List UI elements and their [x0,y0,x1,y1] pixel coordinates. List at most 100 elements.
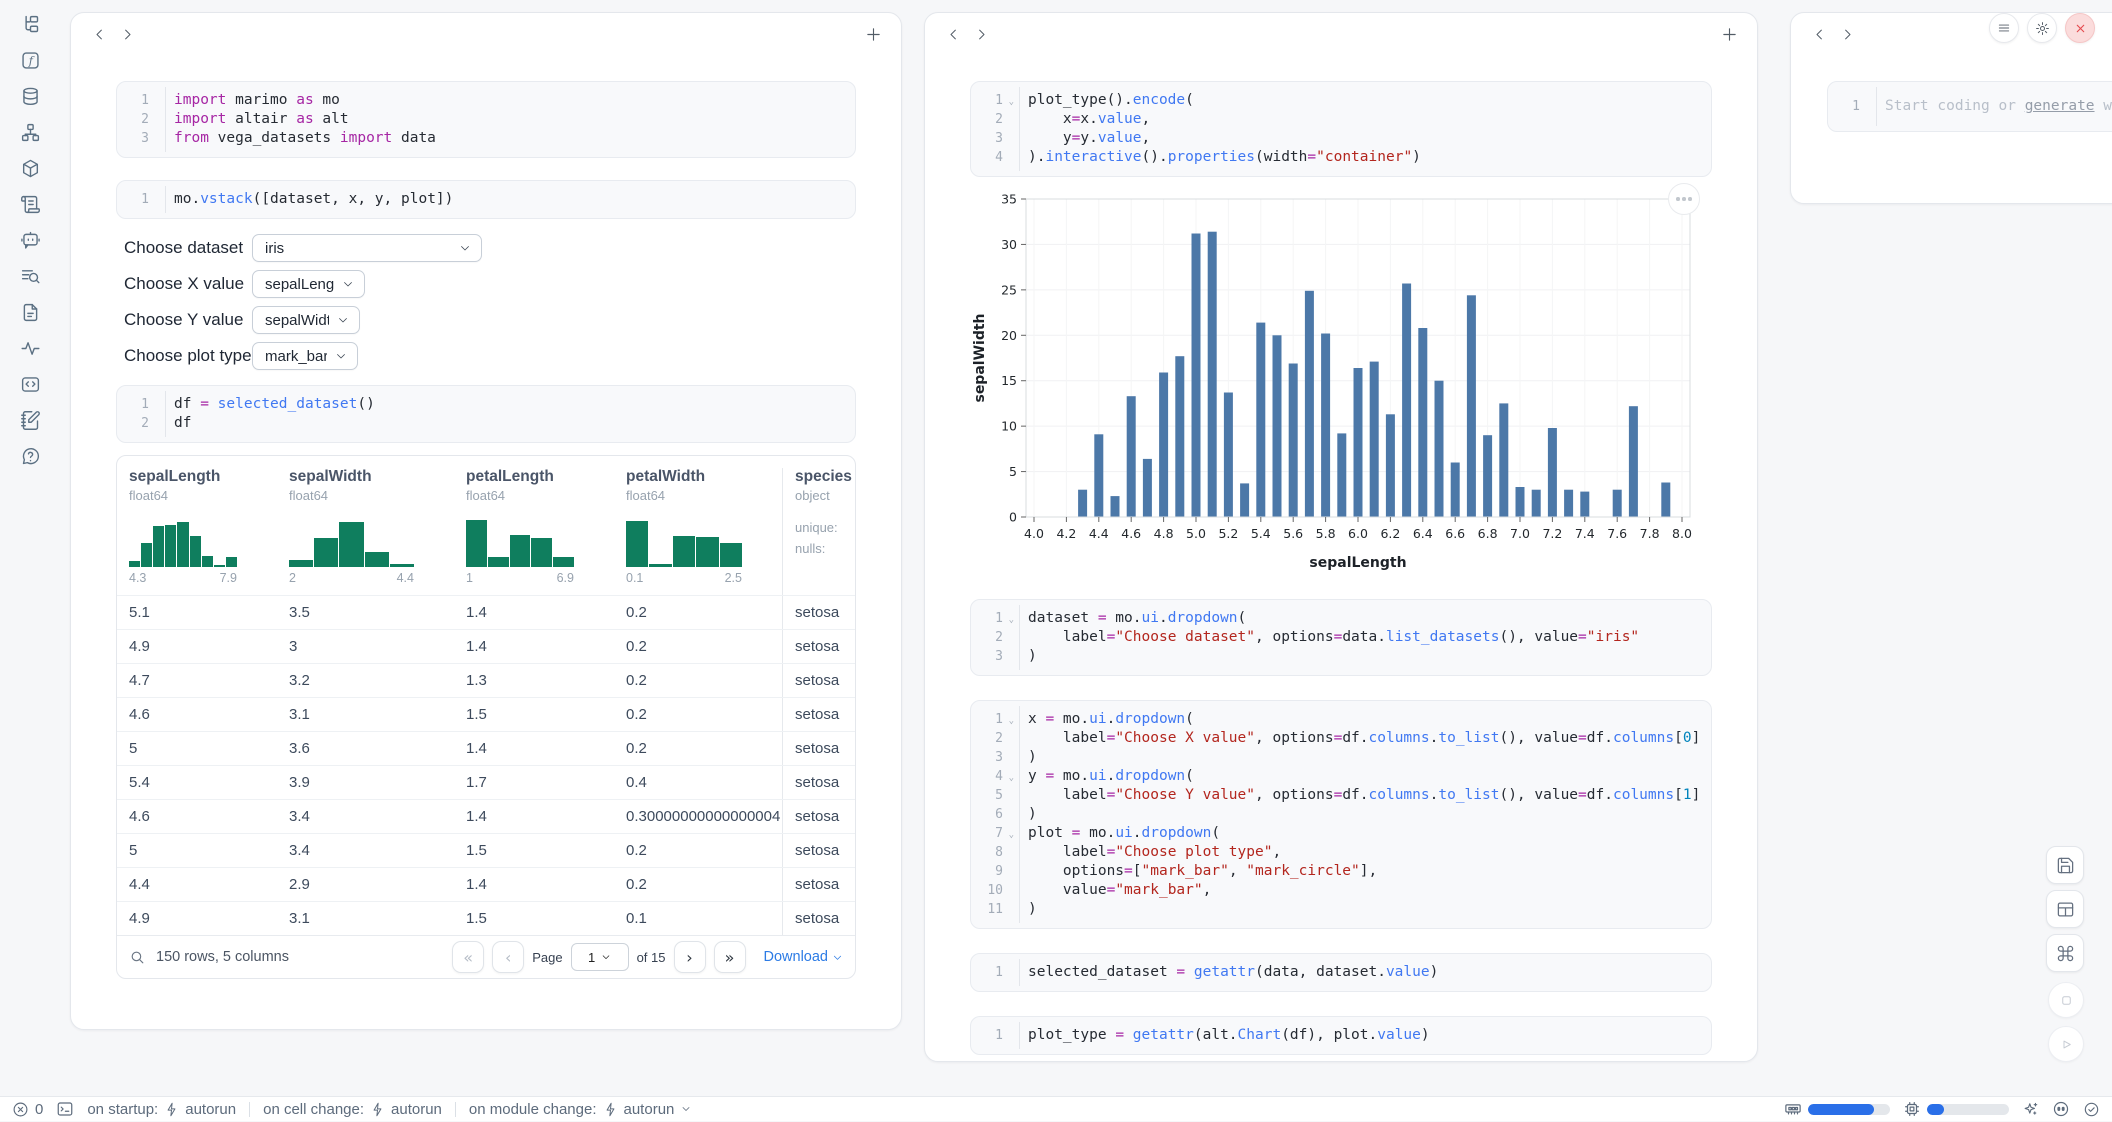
menu-icon [1997,21,2011,35]
connection-status-button[interactable] [2083,1101,2100,1118]
line-number: 1⌄ [971,710,1015,729]
download-button[interactable]: Download [764,949,844,965]
settings-button[interactable] [2027,13,2057,43]
svg-text:4.0: 4.0 [1024,526,1044,541]
fold-chevron-icon[interactable]: ⌄ [1009,616,1014,625]
svg-text:7.4: 7.4 [1575,526,1595,541]
choose-y-value-select[interactable]: sepalWidth [252,306,360,334]
code-editor[interactable]: 1import marimo as mo2import altair as al… [116,81,856,158]
save-icon [2056,856,2075,875]
column-header-petalWidth[interactable]: petalWidthfloat640.12.5 [614,468,782,595]
column-header-species[interactable]: speciesobjectunique:nulls: [782,468,855,595]
save-button[interactable] [2046,846,2084,884]
svg-text:4.2: 4.2 [1056,526,1076,541]
add-cell-button[interactable] [859,20,887,48]
activity-pulse-icon [20,338,41,359]
table-cell: setosa [782,732,855,765]
page-select[interactable]: 1 [571,943,629,971]
choose-plot-type-select[interactable]: mark_bar [252,342,358,370]
last-page-button[interactable]: » [714,941,746,973]
sidebar-item-datasources[interactable] [0,78,60,114]
status-bar: 0 on startup: autorun on cell change: au… [0,1096,2112,1121]
on-cell-change-setting[interactable]: on cell change: autorun [263,1101,442,1118]
fold-chevron-icon[interactable]: ⌄ [1009,774,1014,783]
layout-button[interactable] [2046,890,2084,928]
prev-page-button[interactable]: ‹ [492,941,524,973]
on-startup-setting[interactable]: on startup: autorun [87,1101,236,1118]
table-cell: 5.4 [117,774,277,791]
cell-options-button[interactable] [1668,183,1700,215]
cell-selected-dataset: 1selected_dataset = getattr(data, datase… [970,953,1712,992]
column-next-button[interactable] [113,20,141,48]
code-line: 8 label="Choose plot type", [971,843,1711,862]
fold-chevron-icon[interactable]: ⌄ [1009,717,1014,726]
choose-dataset-select[interactable]: iris [252,234,482,262]
sidebar-item-scratchpad[interactable] [0,402,60,438]
copilot-button[interactable] [2052,1100,2070,1118]
sidebar-item-tracing[interactable] [0,330,60,366]
keyboard-shortcuts-button[interactable] [2046,934,2084,972]
table-body: 5.13.51.40.2setosa4.931.40.2setosa4.73.2… [117,595,855,935]
sidebar-item-snippets[interactable] [0,366,60,402]
column-next-button[interactable] [967,20,995,48]
line-number: 1 [971,1026,1015,1045]
code-line: 3 y=y.value, [971,129,1711,148]
code-line: 4⌄y = mo.ui.dropdown( [971,767,1711,786]
first-page-button[interactable]: « [452,941,484,973]
table-cell: 5 [117,740,277,757]
sidebar-item-logs[interactable] [0,186,60,222]
svg-text:25: 25 [1001,282,1017,297]
table-cell: 0.2 [614,876,782,893]
sidebar-item-variables[interactable] [0,258,60,294]
ai-features-button[interactable] [2022,1101,2039,1118]
code-editor[interactable]: 1⌄plot_type().encode(2 x=x.value,3 y=y.v… [970,81,1712,177]
svg-text:6.0: 6.0 [1348,526,1368,541]
sidebar-item-packages[interactable] [0,150,60,186]
column-prev-button[interactable] [1805,20,1833,48]
code-editor[interactable]: 1plot_type = getattr(alt.Chart(df), plot… [970,1016,1712,1055]
code-editor[interactable]: 1selected_dataset = getattr(data, datase… [970,953,1712,992]
file-tree-icon [20,14,41,35]
add-cell-button[interactable] [1715,20,1743,48]
fold-chevron-icon[interactable]: ⌄ [1009,831,1014,840]
column-next-button[interactable] [1833,20,1861,48]
new-cell-editor[interactable]: 1Start coding or generate with [1827,81,2112,132]
sidebar-item-documentation[interactable] [0,294,60,330]
fold-chevron-icon[interactable]: ⌄ [1009,98,1014,107]
memory-meter [1808,1104,1890,1115]
terminal-button[interactable] [56,1100,74,1118]
column-prev-button[interactable] [85,20,113,48]
search-icon[interactable] [129,949,146,966]
code-line: 3from vega_datasets import data [117,129,855,148]
sidebar-item-ai-chat[interactable] [0,222,60,258]
choose-x-value-select[interactable]: sepalLength [252,270,365,298]
page-label: Page [532,950,562,965]
table-cell: setosa [782,630,855,663]
column-header-sepalWidth[interactable]: sepalWidthfloat6424.4 [277,468,454,595]
table-cell: setosa [782,664,855,697]
stop-button[interactable] [2048,982,2084,1018]
sidebar-item-help[interactable] [0,438,60,474]
line-number: 2 [117,414,161,433]
sidebar-item-file-tree[interactable] [0,6,60,42]
close-button[interactable] [2065,13,2095,43]
search-list-icon [20,266,41,287]
sidebar-item-functions[interactable]: f [0,42,60,78]
run-button[interactable] [2048,1026,2084,1062]
code-editor[interactable]: 1⌄dataset = mo.ui.dropdown(2 label="Choo… [970,599,1712,676]
code-editor[interactable]: 1mo.vstack([dataset, x, y, plot]) [116,180,856,219]
table-cell: 3.2 [277,672,454,689]
code-editor[interactable]: 1df = selected_dataset()2df [116,385,856,443]
sidebar-item-dependencies[interactable] [0,114,60,150]
column-prev-button[interactable] [939,20,967,48]
menu-button[interactable] [1989,13,2019,43]
column-header-petalLength[interactable]: petalLengthfloat6416.9 [454,468,614,595]
code-line: 2 label="Choose X value", options=df.col… [971,729,1711,748]
cpu-meter [1927,1104,2009,1115]
bar-chart[interactable]: 051015202530354.04.24.44.64.85.05.25.45.… [970,183,1712,575]
column-header-sepalLength[interactable]: sepalLengthfloat644.37.9 [117,468,277,595]
on-module-change-setting[interactable]: on module change: autorun [469,1101,692,1118]
table-cell: 4.9 [117,638,277,655]
next-page-button[interactable]: › [674,941,706,973]
code-editor[interactable]: 1⌄x = mo.ui.dropdown(2 label="Choose X v… [970,700,1712,929]
